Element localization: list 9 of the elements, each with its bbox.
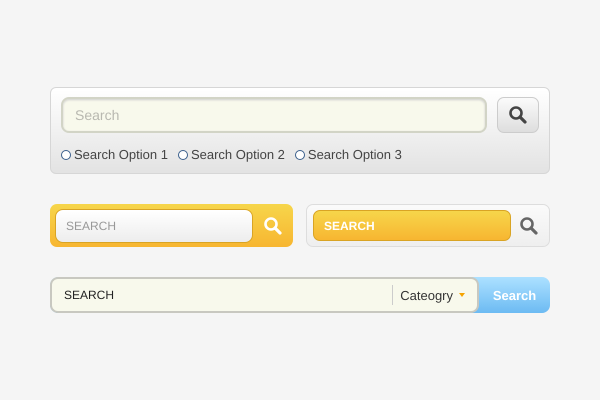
- search-icon[interactable]: [519, 216, 539, 236]
- radio-option[interactable]: Search Option 1: [61, 147, 168, 162]
- radio-option[interactable]: Search Option 3: [294, 147, 402, 162]
- search-field[interactable]: SEARCH: [313, 210, 511, 241]
- search-field[interactable]: SEARCH: [55, 208, 253, 242]
- search-button[interactable]: [497, 97, 539, 133]
- search-icon: [508, 105, 528, 125]
- radio-option[interactable]: Search Option 2: [178, 147, 285, 162]
- search-field[interactable]: Search: [61, 97, 487, 133]
